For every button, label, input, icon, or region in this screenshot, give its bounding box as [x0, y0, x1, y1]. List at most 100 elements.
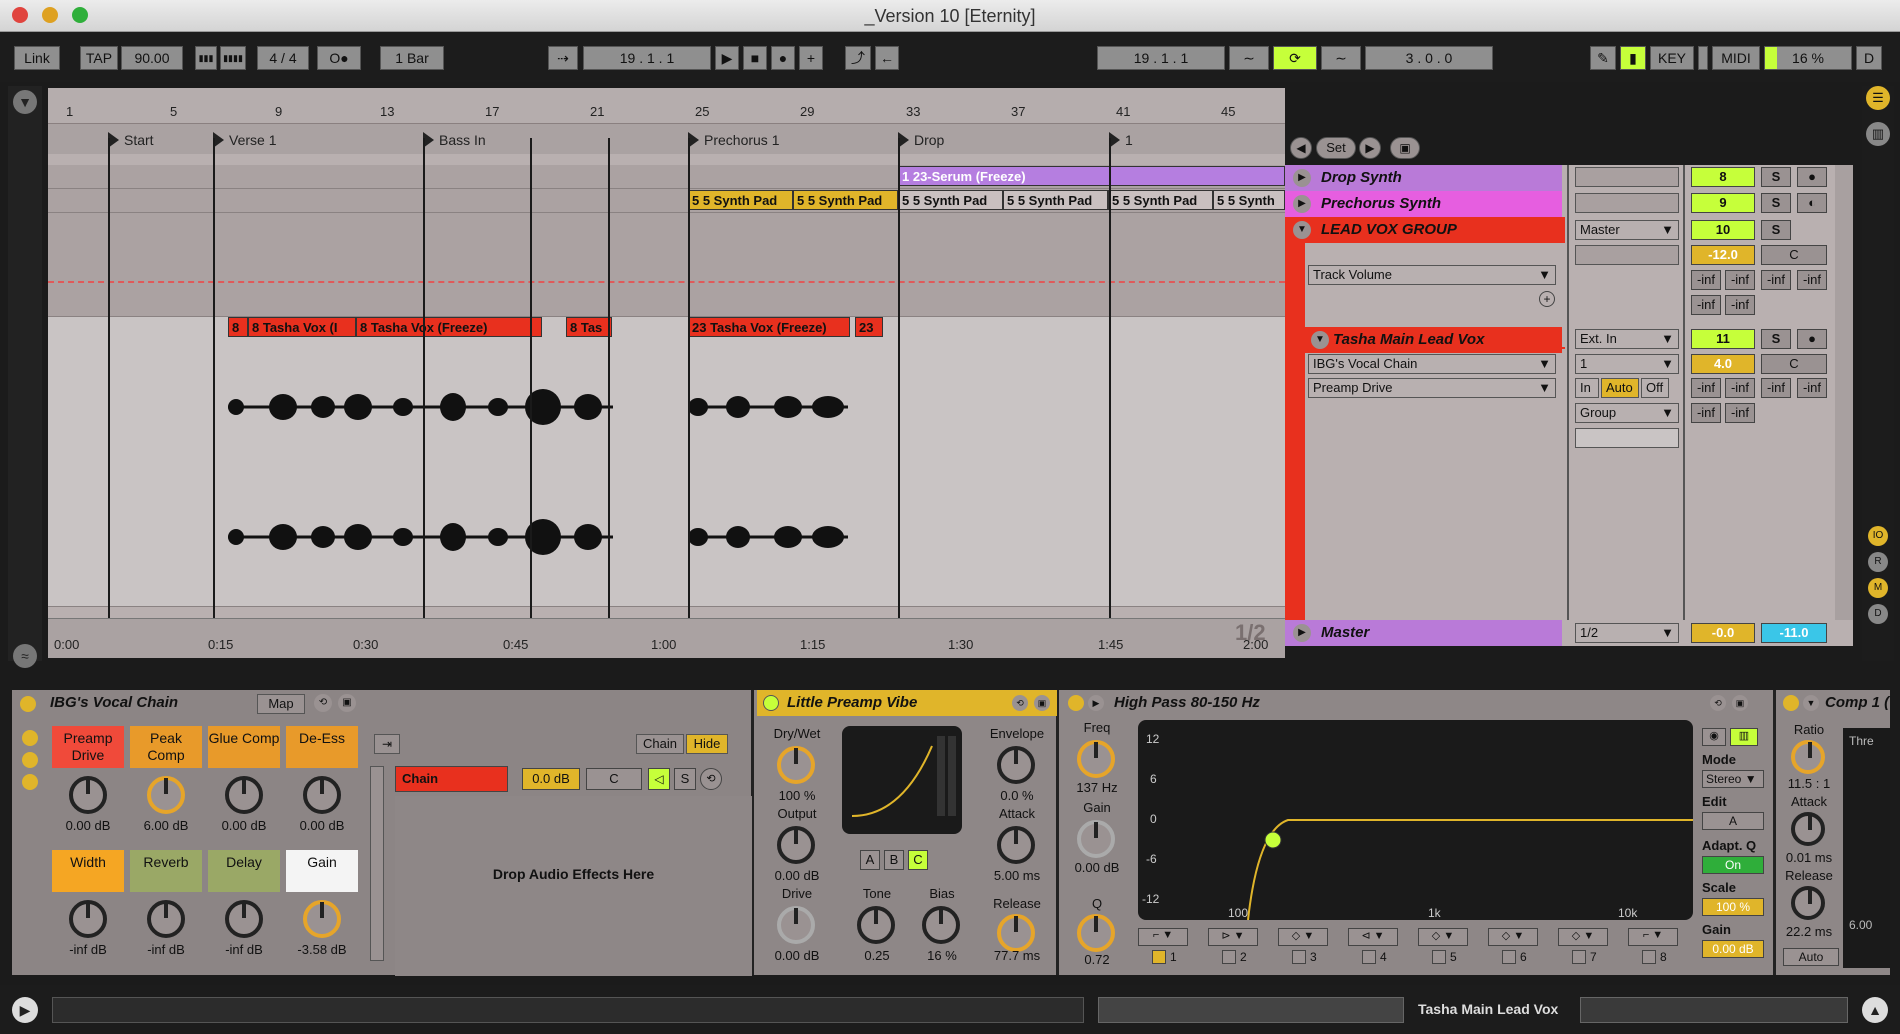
- show-chains-icon[interactable]: [22, 752, 38, 768]
- vox-clip[interactable]: 8 Tas: [566, 317, 612, 337]
- locator-verse-1[interactable]: Verse 1: [213, 132, 276, 148]
- track-activator[interactable]: 10: [1691, 220, 1755, 240]
- automation-arm-button[interactable]: ⤴: [845, 46, 871, 70]
- overview-thumbnail[interactable]: [1098, 997, 1404, 1023]
- show-macros-icon[interactable]: [22, 730, 38, 746]
- expand-icon[interactable]: ▶: [1088, 695, 1104, 711]
- save-preset-icon[interactable]: ▣: [1732, 695, 1748, 711]
- envelope-knob[interactable]: [997, 746, 1035, 784]
- save-preset-icon[interactable]: ▣: [1034, 695, 1050, 711]
- mode-a-button[interactable]: A: [860, 850, 880, 870]
- lock-icon[interactable]: ▣: [1390, 137, 1420, 159]
- group-sub-routing[interactable]: [1575, 245, 1679, 265]
- hot-swap-icon[interactable]: ⟲: [1710, 695, 1726, 711]
- track-activator[interactable]: 9: [1691, 193, 1755, 213]
- expand-track-icon[interactable]: ▶: [1293, 169, 1311, 187]
- previous-locator-icon[interactable]: ◀: [1290, 137, 1312, 159]
- macro-knob[interactable]: [225, 900, 263, 938]
- play-button[interactable]: ▶: [715, 46, 739, 70]
- mode-chooser[interactable]: Stereo ▼: [1702, 770, 1764, 788]
- macro-de-ess[interactable]: De-Ess 0.00 dB: [286, 726, 358, 841]
- set-locator-button[interactable]: Set: [1316, 137, 1356, 159]
- returns-toggle-icon[interactable]: R: [1868, 552, 1888, 572]
- output-knob[interactable]: [777, 826, 815, 864]
- synth-pad-clip[interactable]: 5 5 Synth Pad: [1003, 190, 1108, 210]
- device-chooser[interactable]: IBG's Vocal Chain ▼: [1308, 354, 1556, 374]
- chain-activator-icon[interactable]: ◁: [648, 768, 670, 790]
- gain-knob[interactable]: [1077, 820, 1115, 858]
- track-activator[interactable]: 8: [1691, 167, 1755, 187]
- analyzer-icon[interactable]: ▥: [1730, 728, 1758, 746]
- back-to-arrangement-button[interactable]: ←: [875, 46, 899, 70]
- io-toggle-icon[interactable]: IO: [1868, 526, 1888, 546]
- q-knob[interactable]: [1077, 914, 1115, 952]
- track-header-prechorus-synth[interactable]: Prechorus Synth: [1285, 191, 1562, 217]
- vox-clip[interactable]: 23 Tasha Vox (Freeze): [688, 317, 850, 337]
- band-1-toggle[interactable]: [1152, 950, 1166, 964]
- drop-synth-routing[interactable]: [1575, 167, 1679, 187]
- freq-knob[interactable]: [1077, 740, 1115, 778]
- automation-line[interactable]: [48, 281, 1285, 283]
- loop-length-field[interactable]: 3 . 0 . 0: [1365, 46, 1493, 70]
- drive-knob[interactable]: [777, 906, 815, 944]
- link-button[interactable]: Link: [14, 46, 60, 70]
- nudge-down-button[interactable]: ▮▮▮: [195, 46, 217, 70]
- hot-swap-icon[interactable]: ⟲: [1012, 695, 1028, 711]
- band-6-type[interactable]: ◇ ▼: [1488, 928, 1538, 946]
- audition-icon[interactable]: ◉: [1702, 728, 1726, 746]
- overdub-button[interactable]: +: [799, 46, 823, 70]
- master-track-row[interactable]: Master ▶ 1/2 ▼ -0.0 -11.0: [1285, 620, 1853, 646]
- loop-start-field[interactable]: 19 . 1 . 1: [1097, 46, 1225, 70]
- track-header-tasha-main-lead-vox[interactable]: Tasha Main Lead Vox: [1305, 327, 1562, 353]
- group-output-chooser[interactable]: Master ▼: [1575, 220, 1679, 240]
- band-2-toggle[interactable]: [1222, 950, 1236, 964]
- vox-clip[interactable]: 8: [228, 317, 248, 337]
- synth-pad-clip[interactable]: 5 5 Synth: [1213, 190, 1285, 210]
- midi-map-button[interactable]: MIDI: [1712, 46, 1760, 70]
- serum-freeze-clip[interactable]: 1 23-Serum (Freeze): [898, 166, 1285, 186]
- tasha-main-lead-vox-lane[interactable]: 8 8 Tasha Vox (I 8 Tasha Vox (Freeze) 8 …: [48, 317, 1285, 607]
- arm-button[interactable]: ●: [1797, 329, 1827, 349]
- macro-knob[interactable]: [225, 776, 263, 814]
- send-value[interactable]: -inf: [1725, 295, 1755, 315]
- vox-clip[interactable]: 8 Tasha Vox (Freeze): [356, 317, 542, 337]
- macro-gain[interactable]: Gain -3.58 dB: [286, 850, 358, 965]
- release-knob[interactable]: [1791, 886, 1825, 920]
- band-4-type[interactable]: ⊲ ▼: [1348, 928, 1398, 946]
- expand-track-icon[interactable]: ▶: [1293, 195, 1311, 213]
- synth-pad-clip[interactable]: 5 5 Synth Pad: [1108, 190, 1213, 210]
- ratio-knob[interactable]: [1791, 740, 1825, 774]
- send-value[interactable]: -inf: [1691, 295, 1721, 315]
- punch-out-button[interactable]: ∼: [1321, 46, 1361, 70]
- drywet-knob[interactable]: [777, 746, 815, 784]
- detail-view-toggle-icon[interactable]: ▲: [1862, 997, 1888, 1023]
- band-8-type[interactable]: ⌐ ▼: [1628, 928, 1678, 946]
- release-knob[interactable]: [997, 914, 1035, 952]
- hot-swap-icon[interactable]: ⟲: [314, 694, 332, 712]
- macro-knob[interactable]: [147, 900, 185, 938]
- arm-button[interactable]: ●: [1797, 167, 1827, 187]
- hide-button[interactable]: Hide: [686, 734, 728, 754]
- draw-mode-button[interactable]: ✎: [1590, 46, 1616, 70]
- info-view-toggle-icon[interactable]: ▶: [12, 997, 38, 1023]
- chain-name[interactable]: Chain: [395, 766, 508, 792]
- chain-scrollbar[interactable]: [370, 766, 384, 961]
- drop-synth-lane[interactable]: 1 23-Serum (Freeze): [48, 165, 1285, 189]
- tone-knob[interactable]: [857, 906, 895, 944]
- prechorus-routing[interactable]: [1575, 193, 1679, 213]
- group-volume[interactable]: -12.0: [1691, 245, 1755, 265]
- macro-knob[interactable]: [147, 776, 185, 814]
- adaptive-q-toggle[interactable]: On: [1702, 856, 1764, 874]
- solo-button[interactable]: S: [1761, 193, 1791, 213]
- device-on-icon[interactable]: [1783, 695, 1799, 711]
- drop-zone[interactable]: Drop Audio Effects Here: [395, 796, 752, 976]
- macro-knob[interactable]: [69, 900, 107, 938]
- device-on-icon[interactable]: [763, 695, 779, 711]
- macro-width[interactable]: Width -inf dB: [52, 850, 124, 965]
- stop-button[interactable]: ■: [743, 46, 767, 70]
- output-chooser[interactable]: Group ▼: [1575, 403, 1679, 423]
- send-value[interactable]: -inf: [1691, 378, 1721, 398]
- vox-clip[interactable]: 8 Tasha Vox (I: [248, 317, 356, 337]
- synth-pad-clip[interactable]: 5 5 Synth Pad: [898, 190, 1003, 210]
- synth-pad-clip[interactable]: 5 5 Synth Pad: [688, 190, 793, 210]
